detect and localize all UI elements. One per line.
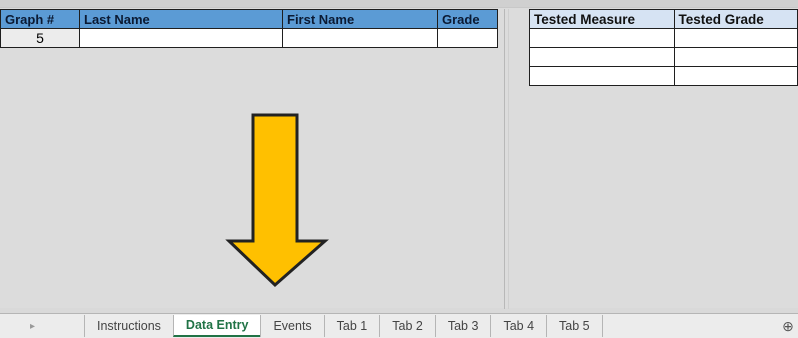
add-sheet-icon[interactable]: ⊕ — [778, 316, 798, 336]
tested-table: Tested Measure Tested Grade — [529, 9, 798, 86]
tab-scroll-left-icon[interactable]: ▸ — [0, 321, 84, 332]
header-tested-grade[interactable]: Tested Grade — [673, 9, 798, 29]
header-graph-number[interactable]: Graph # — [0, 9, 80, 29]
cell-tested-grade[interactable] — [673, 28, 798, 48]
header-first-name[interactable]: First Name — [282, 9, 438, 29]
cell-tested-measure[interactable] — [529, 66, 675, 86]
cell-tested-grade[interactable] — [673, 47, 798, 67]
table-row — [529, 47, 798, 67]
header-tested-measure[interactable]: Tested Measure — [529, 9, 675, 29]
tested-table-header-row: Tested Measure Tested Grade — [529, 9, 798, 29]
tab-data-entry[interactable]: Data Entry — [172, 315, 261, 337]
cell-tested-grade[interactable] — [673, 66, 798, 86]
student-table: Graph # Last Name First Name Grade 5 — [0, 9, 498, 48]
student-table-header-row: Graph # Last Name First Name Grade — [0, 9, 498, 29]
tab-5[interactable]: Tab 5 — [546, 315, 603, 337]
table-row: 5 — [0, 28, 498, 48]
frozen-pane-divider[interactable] — [504, 9, 505, 309]
table-row — [529, 28, 798, 48]
tab-3[interactable]: Tab 3 — [434, 315, 491, 337]
tab-1[interactable]: Tab 1 — [323, 315, 380, 337]
header-grade[interactable]: Grade — [437, 9, 498, 29]
header-last-name[interactable]: Last Name — [79, 9, 283, 29]
cell-tested-measure[interactable] — [529, 28, 675, 48]
worksheet-area[interactable]: Graph # Last Name First Name Grade 5 Tes… — [0, 0, 798, 309]
cell-last-name[interactable] — [79, 28, 283, 48]
cell-first-name[interactable] — [282, 28, 438, 48]
tab-events[interactable]: Events — [260, 315, 323, 337]
cell-graph-number[interactable]: 5 — [0, 28, 80, 48]
cell-grade[interactable] — [437, 28, 498, 48]
pane-edge — [508, 9, 509, 309]
tab-4[interactable]: Tab 4 — [490, 315, 546, 337]
down-arrow-icon — [225, 113, 329, 288]
table-row — [529, 66, 798, 86]
tab-2[interactable]: Tab 2 — [379, 315, 435, 337]
tab-instructions[interactable]: Instructions — [84, 315, 173, 337]
column-header-strip — [0, 0, 798, 8]
cell-tested-measure[interactable] — [529, 47, 675, 67]
sheet-tab-bar: ▸ Instructions Data Entry Events Tab 1 T… — [0, 313, 798, 338]
